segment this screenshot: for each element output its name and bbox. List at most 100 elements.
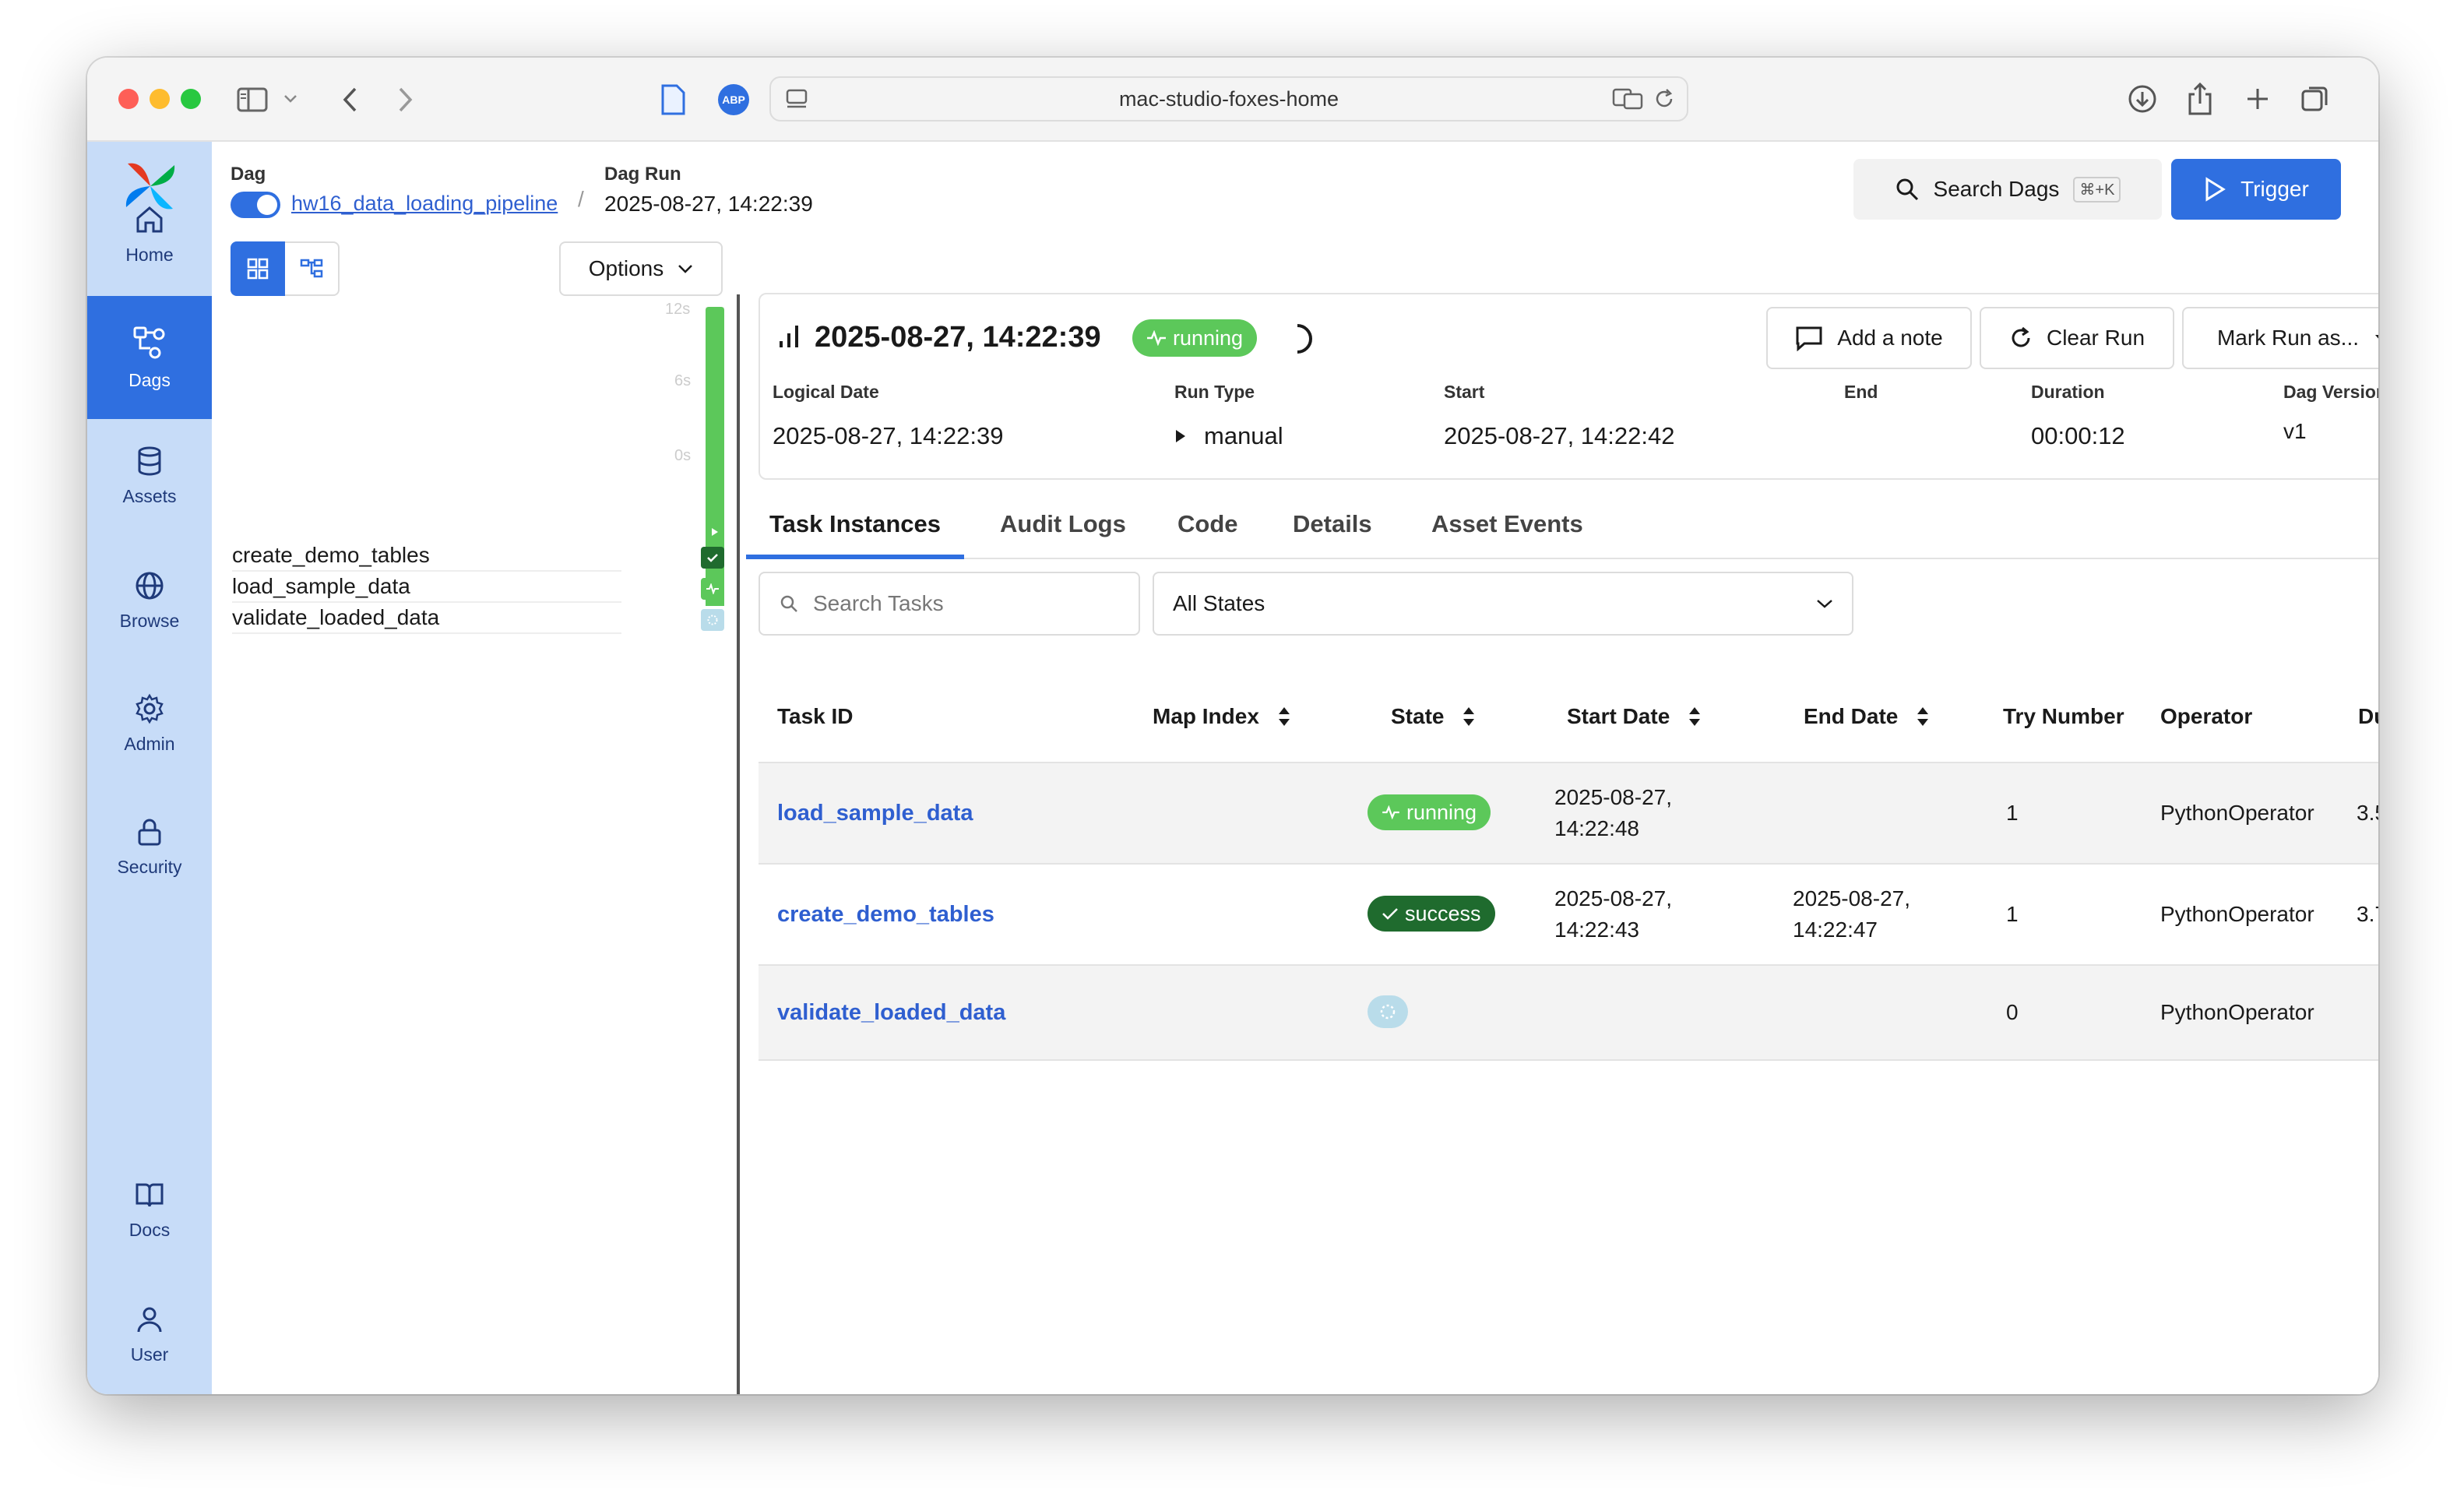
tab-audit-logs[interactable]: Audit Logs xyxy=(1000,491,1126,559)
caret-down-icon xyxy=(2375,335,2378,339)
browser-window: ABP mac-studio-foxes-home Home Dags Asse… xyxy=(87,58,2378,1394)
search-tasks-input[interactable]: Search Tasks xyxy=(759,572,1140,636)
column-state[interactable]: State xyxy=(1391,704,1477,729)
state-text: running xyxy=(1406,801,1477,824)
breadcrumb-dag-label: Dag xyxy=(231,164,266,185)
run-state-badge: running xyxy=(1132,319,1258,357)
search-dags-button[interactable]: Search Dags ⌘+K xyxy=(1853,159,2162,220)
axis-tick-12s: 12s xyxy=(665,301,691,318)
forward-icon[interactable] xyxy=(389,83,421,117)
grid-task-validate-loaded-data[interactable]: validate_loaded_data xyxy=(232,603,621,634)
grid-task-load-sample-data[interactable]: load_sample_data xyxy=(232,572,621,603)
mark-run-as-button[interactable]: Mark Run as... xyxy=(2182,307,2378,369)
column-start-date-label: Start Date xyxy=(1567,704,1670,728)
panel-divider[interactable] xyxy=(737,294,740,1394)
column-map-index[interactable]: Map Index xyxy=(1153,704,1292,729)
run-type-value: manual xyxy=(1174,422,1283,450)
address-bar[interactable]: mac-studio-foxes-home xyxy=(769,76,1688,122)
chevron-down-icon[interactable] xyxy=(280,89,301,109)
run-title: 2025-08-27, 14:22:39 xyxy=(815,321,1101,354)
tab-asset-events[interactable]: Asset Events xyxy=(1431,491,1583,559)
tab-details[interactable]: Details xyxy=(1293,491,1372,559)
comment-icon xyxy=(1796,326,1822,351)
back-icon[interactable] xyxy=(335,83,366,117)
page-menu-icon[interactable] xyxy=(785,87,808,111)
grid-cell-success[interactable] xyxy=(701,547,724,569)
nav-security[interactable]: Security xyxy=(87,785,212,908)
axis-tick-6s: 6s xyxy=(674,372,692,389)
globe-icon xyxy=(136,572,164,599)
share-icon[interactable] xyxy=(2182,79,2218,118)
nav-assets[interactable]: Assets xyxy=(87,414,212,537)
tab-code[interactable]: Code xyxy=(1177,491,1238,559)
book-icon xyxy=(136,1183,164,1206)
column-task-id-label: Task ID xyxy=(777,704,854,728)
gear-icon xyxy=(136,693,164,724)
column-task-id[interactable]: Task ID xyxy=(777,704,854,729)
main-content: Dag hw16_data_loading_pipeline / Dag Run… xyxy=(212,142,2378,1394)
clear-run-button[interactable]: Clear Run xyxy=(1980,307,2174,369)
task-link-validate-loaded-data[interactable]: validate_loaded_data xyxy=(777,997,1005,1028)
grid-task-create-demo-tables[interactable]: create_demo_tables xyxy=(232,541,621,572)
grid-cell-queued[interactable] xyxy=(701,609,724,631)
nav-home[interactable]: Home xyxy=(87,173,212,296)
options-button[interactable]: Options xyxy=(559,241,723,296)
options-label: Options xyxy=(588,256,664,280)
end-label: End xyxy=(1844,382,1878,402)
search-icon xyxy=(780,595,797,612)
column-operator[interactable]: Operator xyxy=(2160,704,2252,729)
sidebar-toggle-icon[interactable] xyxy=(235,83,269,117)
dag-pause-toggle[interactable] xyxy=(231,192,280,218)
trigger-button[interactable]: Trigger xyxy=(2171,159,2341,220)
grid-view-button[interactable] xyxy=(231,241,285,296)
tab-overview-icon[interactable] xyxy=(2297,81,2333,117)
dotted-circle-icon xyxy=(1380,1004,1396,1020)
add-note-label: Add a note xyxy=(1837,326,1943,350)
try-number: 1 xyxy=(2006,801,2019,825)
download-icon[interactable] xyxy=(2124,81,2160,117)
column-operator-label: Operator xyxy=(2160,704,2253,728)
column-end-date[interactable]: End Date xyxy=(1804,704,1931,729)
reload-icon[interactable] xyxy=(1653,87,1676,111)
duration-value: 3.58s xyxy=(2357,801,2378,825)
state-filter-value: All States xyxy=(1173,591,1265,615)
graph-view-button[interactable] xyxy=(285,241,340,296)
task-link-create-demo-tables[interactable]: create_demo_tables xyxy=(777,899,994,930)
operator-name: PythonOperator xyxy=(2160,801,2314,825)
activity-icon xyxy=(1147,330,1166,346)
page-icon[interactable] xyxy=(656,81,690,118)
database-icon xyxy=(138,446,161,475)
nav-user-label: User xyxy=(130,1344,169,1365)
state-text: success xyxy=(1405,902,1481,925)
grid-cell-running[interactable] xyxy=(701,578,724,600)
close-window-button[interactable] xyxy=(118,89,139,109)
state-filter-select[interactable]: All States xyxy=(1153,572,1853,636)
nav-admin[interactable]: Admin xyxy=(87,662,212,785)
task-link-load-sample-data[interactable]: load_sample_data xyxy=(777,798,973,829)
breadcrumb-dag-link[interactable]: hw16_data_loading_pipeline xyxy=(291,192,558,216)
chevron-down-icon xyxy=(1817,600,1832,608)
nav-docs[interactable]: Docs xyxy=(87,1148,212,1271)
nav-user[interactable]: User xyxy=(87,1273,212,1394)
abp-extension-icon[interactable]: ABP xyxy=(718,84,749,115)
translate-icon[interactable] xyxy=(1612,87,1643,111)
play-icon xyxy=(706,523,724,541)
add-note-button[interactable]: Add a note xyxy=(1766,307,1972,369)
zoom-window-button[interactable] xyxy=(181,89,201,109)
column-duration[interactable]: Duratio xyxy=(2358,704,2378,729)
run-type-text: manual xyxy=(1204,422,1283,449)
nav-assets-label: Assets xyxy=(122,485,177,506)
nav-dags[interactable]: Dags xyxy=(87,296,212,419)
nav-browse[interactable]: Browse xyxy=(87,539,212,662)
home-icon xyxy=(136,206,163,232)
tab-task-instances[interactable]: Task Instances xyxy=(746,491,964,559)
nav-docs-label: Docs xyxy=(128,1219,171,1240)
column-try-number[interactable]: Try Number xyxy=(2003,704,2124,729)
state-badge-running: running xyxy=(1368,794,1491,830)
new-tab-icon[interactable] xyxy=(2241,83,2274,115)
column-start-date[interactable]: Start Date xyxy=(1567,704,1702,729)
minimize-window-button[interactable] xyxy=(150,89,170,109)
dag-icon xyxy=(133,326,165,358)
play-icon xyxy=(1176,430,1185,442)
lock-icon xyxy=(138,819,161,845)
